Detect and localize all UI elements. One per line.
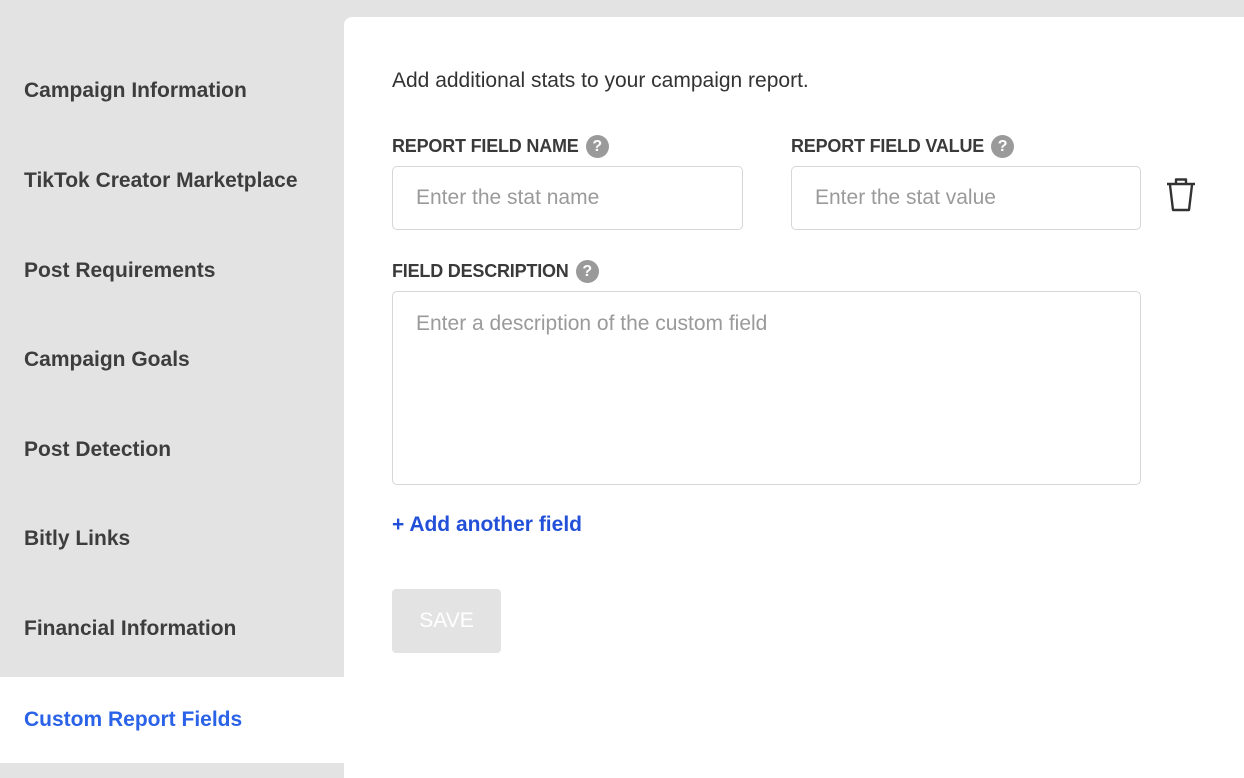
- sidebar-item-campaign-goals[interactable]: Campaign Goals: [0, 317, 344, 403]
- label-text: REPORT FIELD NAME: [392, 136, 579, 156]
- sidebar-item-label: Post Requirements: [24, 259, 216, 282]
- sidebar-item-post-requirements[interactable]: Post Requirements: [0, 228, 344, 314]
- sidebar-item-custom-report-fields[interactable]: Custom Report Fields: [0, 677, 344, 763]
- intro-text: Add additional stats to your campaign re…: [392, 69, 809, 92]
- sidebar-item-post-detection[interactable]: Post Detection: [0, 407, 344, 493]
- sidebar-item-label: Post Detection: [24, 438, 172, 461]
- sidebar-item-label: TikTok Creator Marketplace: [24, 169, 298, 192]
- field-description-textarea[interactable]: [392, 291, 1141, 485]
- sidebar-item-campaign-information[interactable]: Campaign Information: [0, 48, 344, 134]
- help-icon[interactable]: ?: [991, 135, 1015, 158]
- sidebar-item-financial-information[interactable]: Financial Information: [0, 586, 344, 672]
- sidebar-item-label: Bitly Links: [24, 527, 131, 550]
- report-field-value-label: REPORT FIELD VALUE ?: [791, 135, 1015, 158]
- sidebar-item-bitly-links[interactable]: Bitly Links: [0, 496, 344, 582]
- help-icon[interactable]: ?: [585, 135, 609, 158]
- trash-icon[interactable]: [1164, 177, 1198, 213]
- report-field-name-input[interactable]: [392, 166, 743, 230]
- sidebar-item-tiktok-creator-marketplace[interactable]: TikTok Creator Marketplace: [0, 138, 344, 224]
- sidebar-item-label: Campaign Information: [24, 79, 247, 102]
- report-field-name-label: REPORT FIELD NAME ?: [392, 135, 609, 158]
- sidebar-item-label: Financial Information: [24, 617, 237, 640]
- sidebar-item-label: Campaign Goals: [24, 348, 190, 371]
- save-button[interactable]: SAVE: [392, 589, 501, 653]
- sidebar-nav: Campaign Information TikTok Creator Mark…: [0, 0, 344, 778]
- report-field-value-input[interactable]: [791, 166, 1141, 230]
- label-text: REPORT FIELD VALUE: [791, 136, 985, 156]
- sidebar-item-label: Custom Report Fields: [24, 708, 243, 731]
- field-description-label: FIELD DESCRIPTION ?: [392, 260, 599, 283]
- help-icon[interactable]: ?: [575, 260, 599, 283]
- label-text: FIELD DESCRIPTION: [392, 261, 569, 281]
- custom-report-fields-panel: Add additional stats to your campaign re…: [344, 17, 1244, 778]
- add-another-field-link[interactable]: + Add another field: [392, 513, 582, 537]
